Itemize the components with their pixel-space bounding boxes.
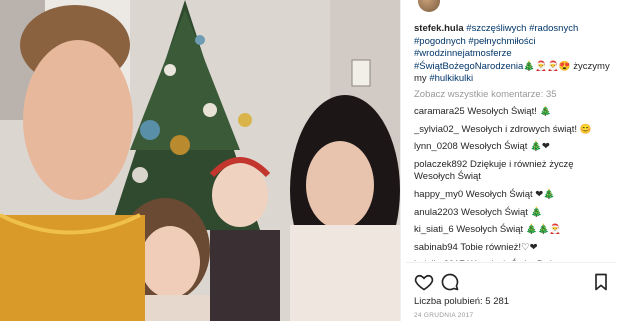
- hashtag-link[interactable]: #ŚwiątBożegoNarodzenia: [414, 61, 523, 72]
- comment-item: lynn_0208 Wesołych Świąt 🎄❤: [414, 141, 614, 154]
- comment-item: anula2203 Wesołych Świąt 🎄: [414, 207, 614, 220]
- speech-bubble-icon: [441, 273, 459, 291]
- family-christmas-photo: [0, 0, 400, 321]
- comment-username[interactable]: lynn_0208: [414, 141, 458, 152]
- post-photo[interactable]: [0, 0, 400, 321]
- comment-text: Wesołych Świąt 🎄🎄🎅: [453, 224, 562, 236]
- comment-text: Wesołych Świąt ❤🎄: [463, 188, 556, 200]
- comment-item: _sylvia02_ Wesołych i zdrowych świąt! 😊: [414, 124, 614, 137]
- heart-outline-icon: [414, 274, 434, 291]
- comment-username[interactable]: anula2203: [414, 207, 458, 218]
- likes-count[interactable]: Liczba polubień: 5 281: [414, 296, 509, 307]
- post-date: 24 GRUDNIA 2017: [414, 312, 474, 319]
- comment-username[interactable]: polaczek892: [414, 159, 467, 170]
- hashtag-link[interactable]: #wrodzinnejatmosferze: [414, 48, 512, 59]
- actions-divider: [406, 262, 616, 263]
- comment-item: ludzik_2017 Wesołych Świąt Bożego Narodz…: [414, 259, 614, 261]
- hashtag-link[interactable]: #pełnychmiłości: [468, 36, 535, 47]
- comment-button[interactable]: [440, 272, 460, 292]
- comment-text: Wesołych Świąt 🎄❤: [457, 141, 550, 153]
- comment-item: polaczek892 Dziękuje i również życzę Wes…: [414, 159, 614, 184]
- comment-username[interactable]: ludzik_2017: [414, 259, 465, 261]
- hashtag-link[interactable]: #pogodnych: [414, 36, 466, 47]
- save-button[interactable]: [591, 272, 611, 292]
- comment-text: Wesołych Świąt! 🎄: [464, 106, 552, 117]
- hashtag-link[interactable]: #radosnych: [529, 23, 578, 34]
- post-caption: stefek.hula #szczęśliwych #radosnych #po…: [414, 23, 610, 86]
- comment-text: Wesołych i zdrowych świąt! 😊: [458, 123, 592, 135]
- comment-item: caramara25 Wesołych Świąt! 🎄: [414, 106, 614, 119]
- comment-item: happy_my0 Wesołych Świąt ❤🎄: [414, 189, 614, 202]
- comment-username[interactable]: _sylvia02_: [414, 124, 459, 135]
- comment-item: ki_siati_6 Wesołych Świąt 🎄🎄🎅: [414, 224, 614, 237]
- hashtag-link[interactable]: #hulkikulki: [429, 73, 473, 84]
- view-all-comments-link[interactable]: Zobacz wszystkie komentarze: 35: [414, 89, 557, 100]
- comment-text: Wesołych Świąt 🎄: [458, 206, 543, 218]
- caption-author[interactable]: stefek.hula: [414, 23, 464, 34]
- bookmark-icon: [595, 273, 607, 291]
- hashtag-link[interactable]: #szczęśliwych: [466, 23, 526, 34]
- like-button[interactable]: [414, 272, 434, 292]
- comment-item: sabinab94 Tobie również!♡❤: [414, 242, 614, 255]
- comment-username[interactable]: ki_siati_6: [414, 224, 454, 235]
- comment-text: Tobie również!♡❤: [457, 241, 538, 253]
- comment-username[interactable]: sabinab94: [414, 242, 458, 253]
- comments-list: caramara25 Wesołych Świąt! 🎄 _sylvia02_ W…: [414, 106, 614, 261]
- comment-username[interactable]: caramara25: [414, 106, 465, 117]
- comment-username[interactable]: happy_my0: [414, 189, 463, 200]
